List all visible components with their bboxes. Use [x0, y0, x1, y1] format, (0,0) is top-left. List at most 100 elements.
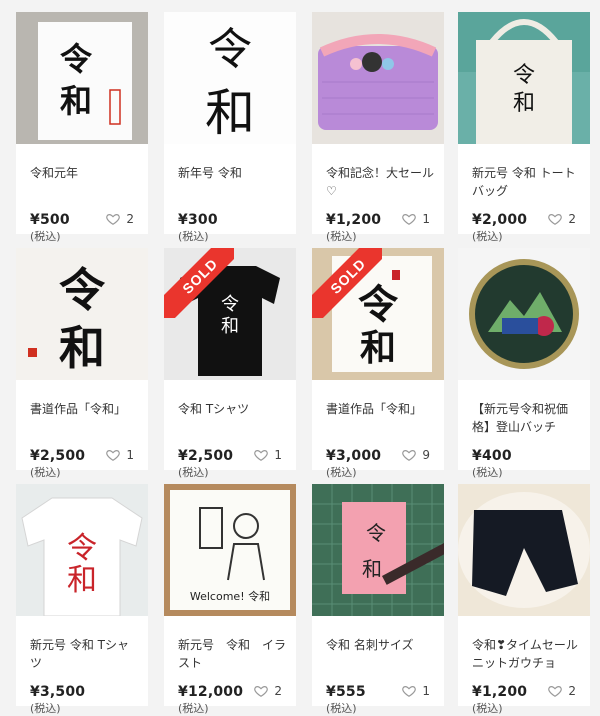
like-count: 2	[126, 212, 134, 226]
product-image[interactable]: 令 和	[16, 248, 148, 380]
product-image[interactable]	[312, 12, 444, 144]
product-image[interactable]: 令 和	[458, 12, 590, 144]
like-button[interactable]: 1	[254, 448, 282, 462]
sold-ribbon: SOLD	[312, 248, 382, 318]
product-card[interactable]: 令 和 令和元年 ¥500 (税込) 2	[16, 12, 148, 243]
like-count: 2	[568, 212, 576, 226]
product-card[interactable]: 令 和 新年号 令和 ¥300 (税込)	[164, 12, 296, 243]
like-count: 1	[422, 684, 430, 698]
like-button[interactable]: 2	[254, 684, 282, 698]
product-price: ¥555	[326, 684, 366, 700]
thumb-calligraphy-rei: 令	[67, 531, 97, 566]
product-card[interactable]: 令 和 SOLD 書道作品「令和」 ¥3,000 (税込) 9	[312, 248, 444, 479]
like-button[interactable]: 1	[402, 212, 430, 226]
product-title[interactable]: 令和❣タイムセール ニットガウチョ	[472, 636, 582, 672]
heart-icon	[106, 214, 121, 225]
like-count: 9	[422, 448, 430, 462]
product-card[interactable]: 令和❣タイムセール ニットガウチョ ¥1,200 (税込) 2	[458, 484, 590, 715]
product-title[interactable]: 新元号 令和 Tシャツ	[30, 636, 140, 672]
product-title[interactable]: 新元号 令和 イラスト	[178, 636, 288, 672]
product-title[interactable]: 書道作品「令和」	[30, 400, 140, 418]
thumb-calligraphy-rei: 令	[513, 63, 535, 88]
product-price: ¥300	[178, 212, 218, 228]
product-title[interactable]: 令和記念！大セール♡	[326, 164, 436, 200]
thumb-calligraphy-wa: 和	[205, 84, 255, 142]
tax-label: (税込)	[472, 702, 503, 715]
tax-label: (税込)	[178, 466, 209, 479]
tax-label: (税込)	[472, 466, 503, 479]
thumb-calligraphy-rei: 令	[208, 24, 252, 75]
product-image[interactable]	[458, 248, 590, 380]
product-image[interactable]: 令 和	[16, 12, 148, 144]
like-button[interactable]: 2	[548, 212, 576, 226]
like-button[interactable]: 1	[402, 684, 430, 698]
product-card[interactable]: 令 和 令和 名刺サイズ ¥555 (税込) 1	[312, 484, 444, 715]
thumb-calligraphy-wa: 和	[362, 557, 382, 581]
product-price: ¥2,500	[178, 448, 234, 464]
product-card[interactable]: 令和記念！大セール♡ ¥1,200 (税込) 1	[312, 12, 444, 243]
product-title[interactable]: 新年号 令和	[178, 164, 288, 182]
product-image[interactable]	[458, 484, 590, 616]
product-title[interactable]: 令和 Tシャツ	[178, 400, 288, 418]
tax-label: (税込)	[178, 702, 209, 715]
product-card[interactable]: 令 和 SOLD 令和 Tシャツ ¥2,500 (税込) 1	[164, 248, 296, 479]
sold-label: SOLD	[312, 248, 382, 318]
product-price: ¥3,000	[326, 448, 382, 464]
thumb-calligraphy-wa: 和	[360, 327, 396, 369]
tax-label: (税込)	[326, 466, 357, 479]
tax-label: (税込)	[178, 230, 209, 243]
product-title[interactable]: 令和 名刺サイズ	[326, 636, 436, 654]
product-title[interactable]: 【新元号令和祝価格】登山バッチ	[472, 400, 582, 436]
product-title[interactable]: 令和元年	[30, 164, 140, 182]
thumb-calligraphy-wa: 和	[59, 321, 105, 375]
product-price: ¥3,500	[30, 684, 86, 700]
product-price: ¥1,200	[326, 212, 382, 228]
heart-icon	[254, 450, 269, 461]
product-card[interactable]: 令 和 新元号 令和 Tシャツ ¥3,500 (税込)	[16, 484, 148, 715]
like-count: 2	[568, 684, 576, 698]
tax-label: (税込)	[30, 466, 61, 479]
product-price: ¥500	[30, 212, 70, 228]
product-card[interactable]: 【新元号令和祝価格】登山バッチ ¥400 (税込)	[458, 248, 590, 479]
thumb-calligraphy-wa: 和	[221, 316, 239, 337]
product-image[interactable]: 令 和	[312, 484, 444, 616]
product-price: ¥12,000	[178, 684, 244, 700]
heart-icon	[106, 450, 121, 461]
heart-icon	[402, 686, 417, 697]
tax-label: (税込)	[326, 702, 357, 715]
thumb-calligraphy-wa: 和	[60, 82, 92, 120]
product-card[interactable]: 令 和 書道作品「令和」 ¥2,500 (税込) 1	[16, 248, 148, 479]
product-card[interactable]: 令 和 新元号 令和 トートバッグ ¥2,000 (税込) 2	[458, 12, 590, 243]
product-price: ¥1,200	[472, 684, 528, 700]
heart-icon	[254, 686, 269, 697]
product-title[interactable]: 書道作品「令和」	[326, 400, 436, 418]
heart-icon	[402, 214, 417, 225]
product-grid: 令 和 令和元年 ¥500 (税込) 2 令 和 新年号 令和 ¥300 (税込…	[0, 0, 600, 715]
thumb-calligraphy-rei: 令	[60, 40, 93, 78]
like-button[interactable]: 2	[106, 212, 134, 226]
like-count: 1	[126, 448, 134, 462]
like-count: 1	[274, 448, 282, 462]
like-button[interactable]: 2	[548, 684, 576, 698]
tax-label: (税込)	[30, 702, 61, 715]
tax-label: (税込)	[472, 230, 503, 243]
thumb-welcome-text: Welcome! 令和	[190, 589, 270, 603]
like-button[interactable]: 9	[402, 448, 430, 462]
thumb-calligraphy-wa: 和	[67, 563, 97, 598]
product-price: ¥2,500	[30, 448, 86, 464]
product-image[interactable]: Welcome! 令和	[164, 484, 296, 616]
product-image[interactable]: 令 和	[164, 12, 296, 144]
product-price: ¥2,000	[472, 212, 528, 228]
heart-icon	[548, 214, 563, 225]
product-title[interactable]: 新元号 令和 トートバッグ	[472, 164, 582, 200]
tax-label: (税込)	[30, 230, 61, 243]
like-count: 1	[422, 212, 430, 226]
product-card[interactable]: Welcome! 令和 新元号 令和 イラスト ¥12,000 (税込) 2	[164, 484, 296, 715]
thumb-calligraphy-rei: 令	[59, 263, 106, 317]
like-count: 2	[274, 684, 282, 698]
sold-label: SOLD	[164, 248, 234, 318]
heart-icon	[402, 450, 417, 461]
thumb-calligraphy-wa: 和	[513, 91, 535, 116]
product-image[interactable]: 令 和	[16, 484, 148, 616]
like-button[interactable]: 1	[106, 448, 134, 462]
